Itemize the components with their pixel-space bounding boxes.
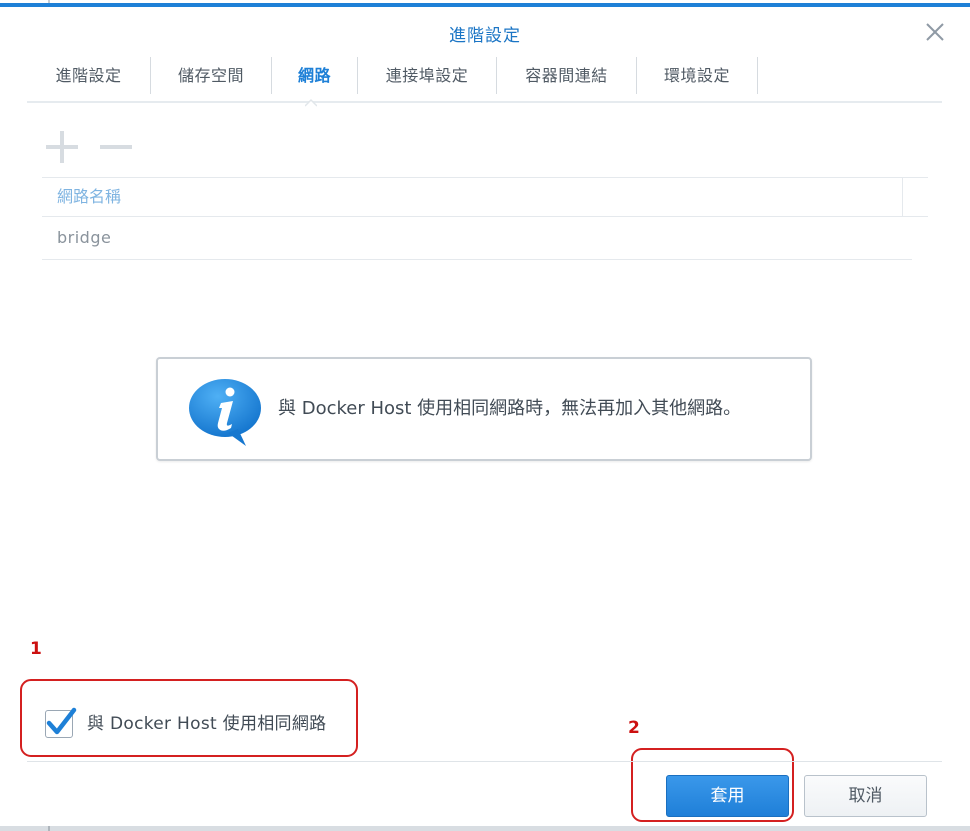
remove-network-button[interactable]	[98, 127, 134, 167]
window-top-strip	[0, 0, 970, 7]
footer-divider	[27, 761, 942, 762]
apply-button[interactable]: 套用	[666, 775, 789, 817]
annotation-number-1: 1	[30, 639, 42, 659]
use-host-network-checkbox[interactable]	[45, 707, 77, 738]
use-host-network-label[interactable]: 與 Docker Host 使用相同網路	[87, 707, 326, 741]
tab-advanced-settings[interactable]: 進階設定	[27, 57, 150, 94]
add-network-button[interactable]	[44, 127, 80, 167]
close-button[interactable]	[922, 19, 948, 45]
window-top-tick	[48, 0, 50, 3]
checkmark-icon	[46, 707, 77, 735]
tab-environment[interactable]: 環境設定	[637, 57, 757, 94]
minus-icon	[100, 145, 132, 149]
info-message: 與 Docker Host 使用相同網路時，無法再加入其他網路。	[278, 398, 742, 419]
dialog-title: 進階設定	[449, 26, 521, 46]
annotation-number-2: 2	[628, 718, 640, 738]
tab-network[interactable]: 網路	[272, 57, 357, 94]
active-tab-caret-icon	[305, 98, 317, 107]
advanced-settings-dialog: 進階設定 進階設定 儲存空間 網路 連接埠設定 容器間連結 環境設定 網路名稱 …	[0, 7, 970, 831]
tab-storage[interactable]: 儲存空間	[151, 57, 271, 94]
window-bottom-strip	[0, 826, 970, 831]
cancel-button[interactable]: 取消	[804, 775, 927, 817]
tab-separator	[757, 57, 758, 94]
column-header-network-name[interactable]: 網路名稱	[57, 178, 121, 216]
grid-header: 網路名稱	[42, 177, 928, 217]
table-row[interactable]: bridge	[42, 217, 912, 260]
column-divider	[902, 178, 903, 217]
close-icon	[926, 23, 944, 41]
window-bottom-tick	[48, 826, 50, 831]
tab-port-settings[interactable]: 連接埠設定	[358, 57, 496, 94]
plus-icon	[46, 131, 78, 163]
network-name-cell: bridge	[57, 228, 112, 247]
info-message-box: 與 Docker Host 使用相同網路時，無法再加入其他網路。	[156, 357, 812, 461]
tab-container-links[interactable]: 容器間連結	[497, 57, 636, 94]
info-icon	[189, 379, 261, 446]
network-grid: 網路名稱 bridge	[42, 177, 928, 260]
tab-bar: 進階設定 儲存空間 網路 連接埠設定 容器間連結 環境設定	[27, 57, 942, 107]
